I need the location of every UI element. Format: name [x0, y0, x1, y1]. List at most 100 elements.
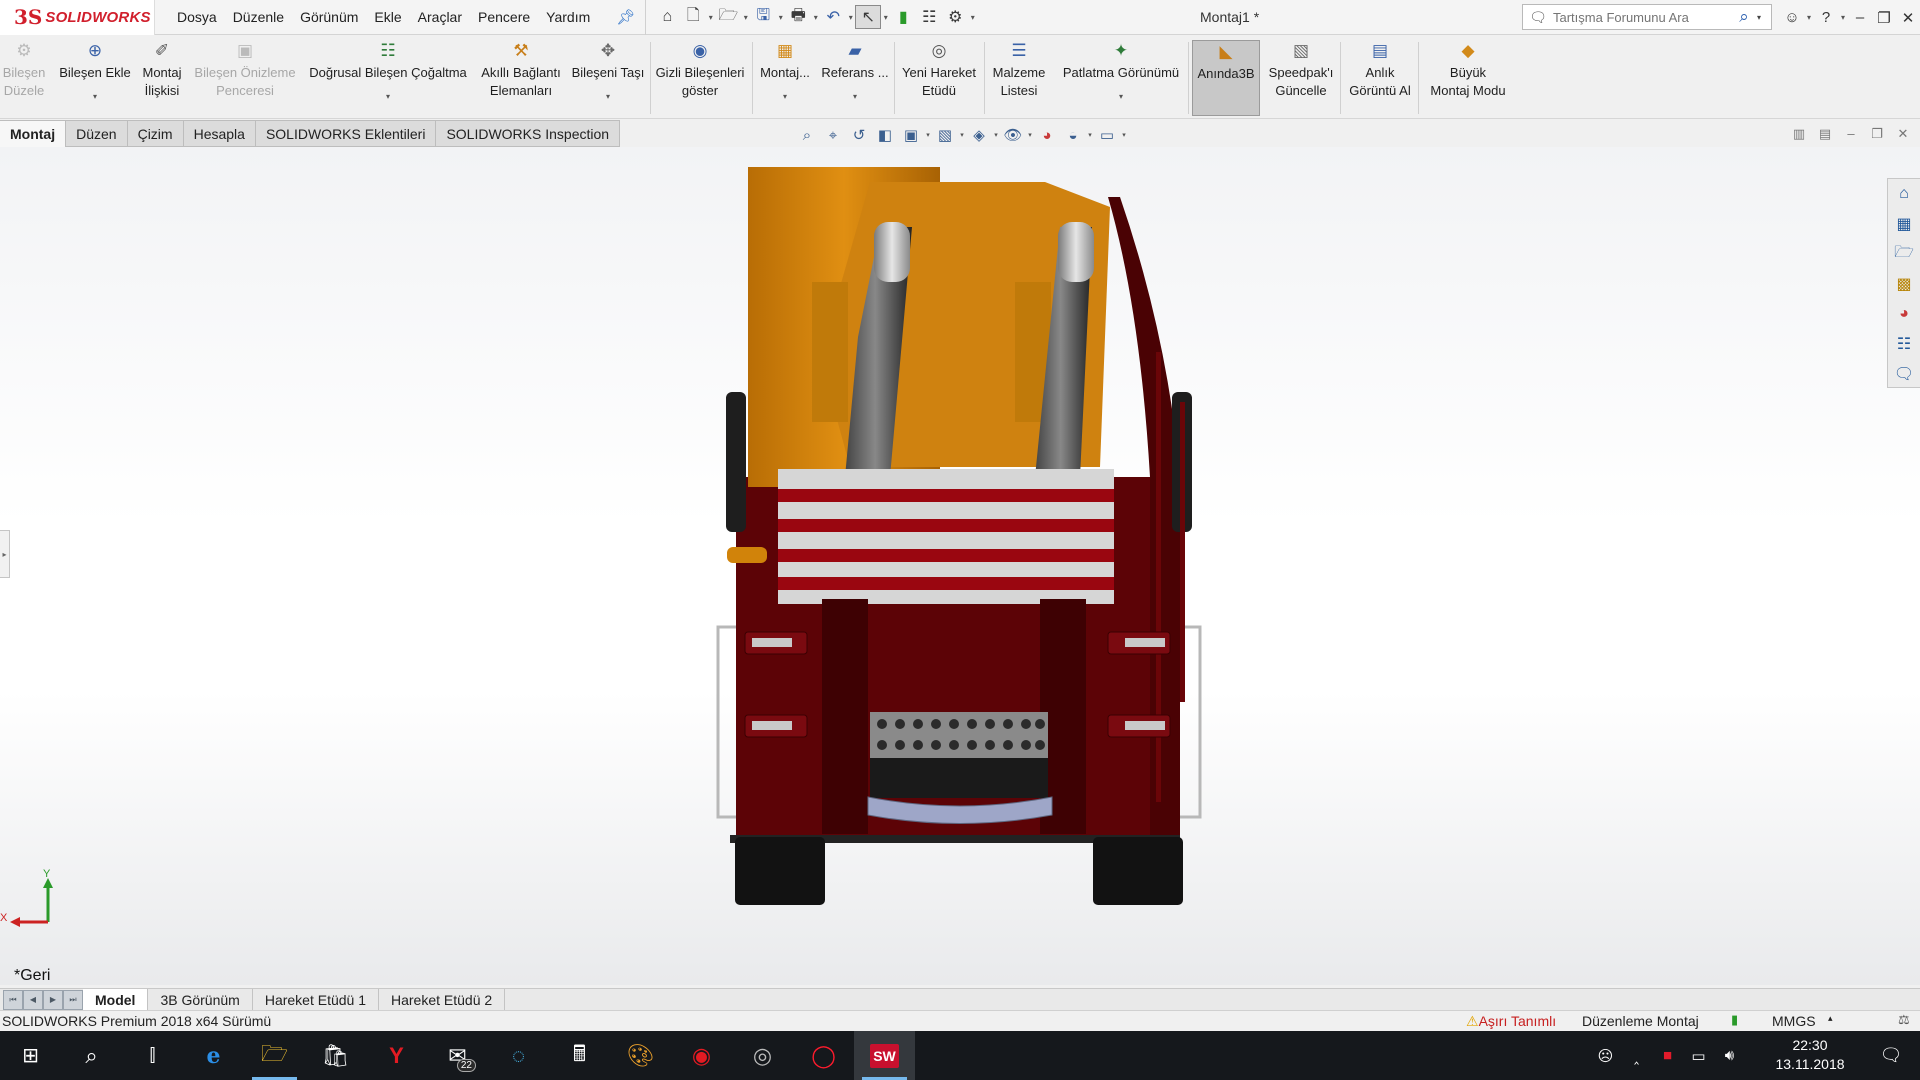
- annotation-dropdown-icon[interactable]: ▾: [924, 131, 932, 139]
- hide-show-dropdown-icon[interactable]: ▾: [1026, 131, 1034, 139]
- solidworks-logo[interactable]: 3S SOLIDWORKS: [0, 0, 155, 35]
- store-icon[interactable]: 🛍︎: [305, 1031, 366, 1080]
- feature-manager-handle[interactable]: ▸: [0, 530, 10, 578]
- antivirus-icon[interactable]: ■: [1652, 1047, 1683, 1064]
- restore-icon[interactable]: ❐: [1872, 9, 1896, 27]
- undo-dropdown-icon[interactable]: ▾: [846, 13, 855, 22]
- open-dropdown-icon[interactable]: ▾: [741, 13, 750, 22]
- over-defined-status[interactable]: ⚠Aşırı Tanımlı: [1466, 1013, 1556, 1030]
- menu-view[interactable]: Görünüm: [292, 0, 366, 35]
- help-dropdown-icon[interactable]: ▾: [1838, 13, 1848, 22]
- print-icon[interactable]: 🖶: [785, 5, 811, 29]
- viewport-minimize-icon[interactable]: –: [1838, 126, 1864, 142]
- next-tab-icon[interactable]: ▶: [43, 989, 63, 1010]
- zoom-to-fit-icon[interactable]: ⌕: [794, 127, 820, 144]
- user-icon[interactable]: ☺: [1780, 9, 1804, 26]
- chevron-down-icon[interactable]: ▾: [606, 92, 610, 102]
- mail-icon[interactable]: ✉ 22: [427, 1031, 488, 1080]
- tab-model[interactable]: Model: [83, 988, 149, 1011]
- tab-motion-study-2[interactable]: Hareket Etüdü 2: [379, 988, 506, 1011]
- previous-view-icon[interactable]: ↺: [846, 126, 872, 144]
- view-palette-icon[interactable]: ▩: [1888, 269, 1920, 299]
- opera-icon[interactable]: ◯: [793, 1031, 854, 1080]
- chevron-down-icon[interactable]: ▾: [783, 92, 787, 102]
- pin-menu-icon[interactable]: 📌︎: [616, 8, 635, 26]
- menu-window[interactable]: Pencere: [470, 0, 538, 35]
- undo-icon[interactable]: ↶: [820, 5, 846, 29]
- view-settings-dropdown-icon[interactable]: ▾: [1120, 131, 1128, 139]
- display-style-icon[interactable]: ◈: [966, 126, 992, 144]
- first-tab-icon[interactable]: ⏮: [3, 989, 23, 1010]
- file-properties-icon[interactable]: ☷: [916, 5, 942, 29]
- new-dropdown-icon[interactable]: ▾: [706, 13, 715, 22]
- options-gear-icon[interactable]: ⚙: [942, 5, 968, 29]
- chevron-down-icon[interactable]: ▾: [1119, 92, 1123, 102]
- cmd-edit-component-button[interactable]: ⚙ Bileşen Düzele: [3, 40, 46, 116]
- yandex-icon[interactable]: Y: [366, 1031, 427, 1080]
- edit-appearance-icon[interactable]: ◕: [1034, 127, 1060, 144]
- truck-3d-model[interactable]: [0, 147, 1920, 985]
- file-explorer-icon[interactable]: 🗁: [1888, 239, 1920, 269]
- cmd-component-preview-button[interactable]: ▣ Bileşen Önizleme Penceresi: [192, 40, 298, 116]
- section-view-icon[interactable]: ◧: [872, 126, 898, 144]
- tab-assembly[interactable]: Montaj: [0, 120, 67, 147]
- viewport-expand-icon[interactable]: ▤: [1812, 126, 1838, 142]
- menu-insert[interactable]: Ekle: [366, 0, 409, 35]
- menu-file[interactable]: Dosya: [169, 0, 225, 35]
- menu-help[interactable]: Yardım: [538, 0, 598, 35]
- paint-icon[interactable]: 🎨︎: [610, 1031, 671, 1080]
- search-icon[interactable]: ⌕: [61, 1031, 122, 1080]
- search-input[interactable]: [1553, 6, 1731, 28]
- design-library-icon[interactable]: ▦: [1888, 209, 1920, 239]
- edge-browser-icon[interactable]: e: [183, 1031, 244, 1080]
- select-cursor-icon[interactable]: ↖: [855, 5, 882, 29]
- previous-tab-icon[interactable]: ◀: [23, 989, 43, 1010]
- task-view-icon[interactable]: ⫿: [122, 1031, 183, 1080]
- chevron-down-icon[interactable]: ▾: [386, 92, 390, 102]
- file-explorer-icon[interactable]: 🗁: [244, 1031, 305, 1080]
- save-icon[interactable]: 🖫: [750, 5, 776, 29]
- cmd-instant3d-button[interactable]: ◣ Anında3B: [1192, 40, 1260, 116]
- chevron-down-icon[interactable]: ▾: [853, 92, 857, 102]
- scene-dropdown-icon[interactable]: ▾: [1086, 131, 1094, 139]
- tab-addins[interactable]: SOLIDWORKS Eklentileri: [255, 120, 437, 147]
- solidworks-taskbar-icon[interactable]: SW: [854, 1031, 915, 1080]
- rebuild-status-icon[interactable]: ▮: [1731, 1012, 1738, 1028]
- custom-properties-icon[interactable]: ☷: [1888, 329, 1920, 359]
- tab-3d-view[interactable]: 3B Görünüm: [148, 988, 253, 1011]
- cmd-assembly-features-button[interactable]: ▦ Montaj... ▾: [756, 40, 814, 116]
- action-center-icon[interactable]: 🗨︎: [1862, 1031, 1920, 1080]
- cmd-linear-pattern-button[interactable]: ☷ Doğrusal Bileşen Çoğaltma ▾: [304, 40, 472, 116]
- cmd-move-component-button[interactable]: ✥ Bileşeni Taşı ▾: [570, 40, 646, 116]
- menu-edit[interactable]: Düzenle: [225, 0, 292, 35]
- viewport-collapse-icon[interactable]: ▥: [1786, 126, 1812, 142]
- cmd-snapshot-button[interactable]: ▤ Anlık Görüntü Al: [1344, 40, 1416, 116]
- tray-expand-icon[interactable]: ‸: [1621, 1047, 1652, 1065]
- orientation-dropdown-icon[interactable]: ▾: [958, 131, 966, 139]
- dynamic-annotation-icon[interactable]: ▣: [898, 126, 924, 144]
- cmd-smart-fasteners-button[interactable]: ⚒ Akıllı Bağlantı Elemanları: [478, 40, 564, 116]
- cmd-motion-study-button[interactable]: ◎ Yeni Hareket Etüdü: [898, 40, 980, 116]
- last-tab-icon[interactable]: ⏭: [63, 989, 83, 1010]
- cmd-mate-button[interactable]: ✐ Montaj İlişkisi: [138, 40, 186, 116]
- viewport-close-icon[interactable]: ✕: [1890, 126, 1916, 142]
- cmd-show-hidden-button[interactable]: ◉ Gizli Bileşenleri göster: [652, 40, 748, 116]
- volume-icon[interactable]: 🔊︎: [1714, 1047, 1745, 1064]
- display-dropdown-icon[interactable]: ▾: [992, 131, 1000, 139]
- minimize-icon[interactable]: –: [1848, 9, 1872, 26]
- forum-icon[interactable]: 🗨︎: [1888, 359, 1920, 389]
- solidworks-resources-icon[interactable]: ⌂: [1888, 179, 1920, 209]
- help-icon[interactable]: ?: [1814, 9, 1838, 26]
- system-clock[interactable]: 22:30 13.11.2018: [1770, 1036, 1850, 1074]
- yandex-browser-icon[interactable]: ◉: [671, 1031, 732, 1080]
- chevron-down-icon[interactable]: ▾: [93, 92, 97, 102]
- search-dropdown-icon[interactable]: ▾: [1757, 13, 1771, 22]
- print-dropdown-icon[interactable]: ▾: [811, 13, 820, 22]
- quick-tips-icon[interactable]: ⚖: [1898, 1012, 1910, 1028]
- cd-player-icon[interactable]: ◎: [732, 1031, 793, 1080]
- cortana-ring-icon[interactable]: ◌: [488, 1031, 549, 1080]
- cmd-bom-button[interactable]: ☰ Malzeme Listesi: [988, 40, 1050, 116]
- cmd-reference-geometry-button[interactable]: ▰ Referans ... ▾: [818, 40, 892, 116]
- unit-system[interactable]: MMGS: [1772, 1013, 1816, 1029]
- cmd-speedpak-button[interactable]: ▧ Speedpak'ı Güncelle: [1266, 40, 1336, 116]
